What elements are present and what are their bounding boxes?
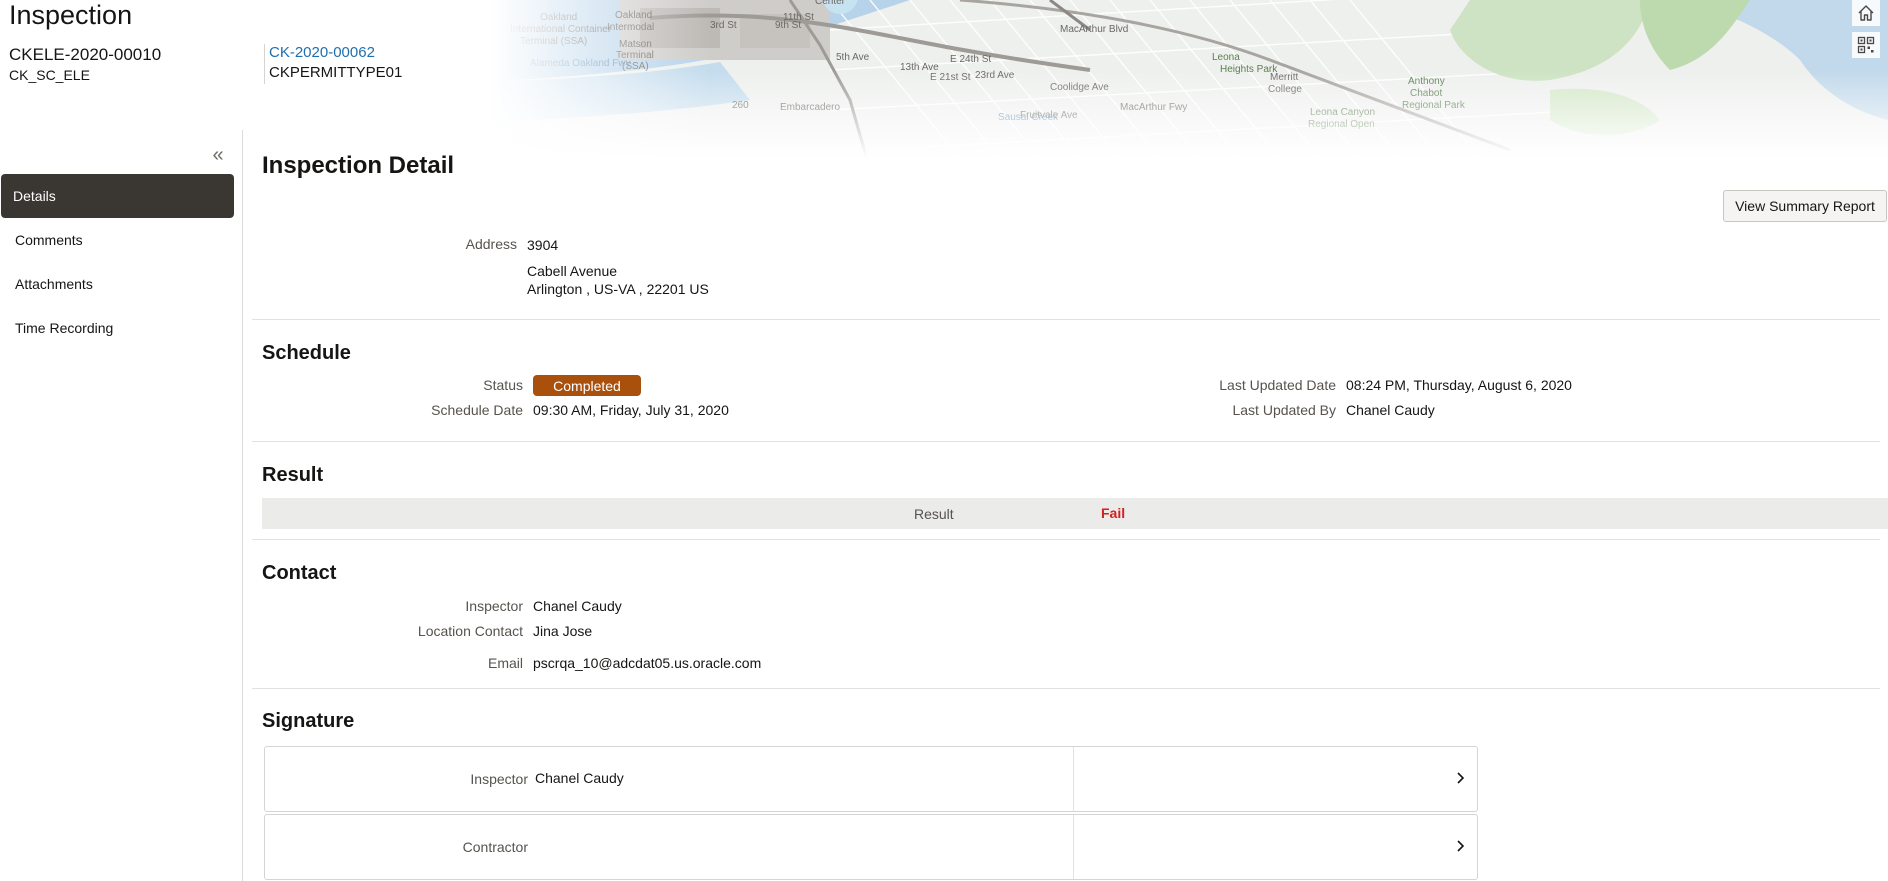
qr-code-button[interactable] xyxy=(1852,32,1880,58)
svg-text:MacArthur Blvd: MacArthur Blvd xyxy=(1060,24,1128,35)
nav-item-details[interactable]: Details xyxy=(1,174,234,218)
address-line-3: Arlington , US-VA , 22201 US xyxy=(527,281,709,297)
section-divider xyxy=(252,441,1880,442)
chevron-right-icon xyxy=(1453,836,1469,856)
schedule-title: Schedule xyxy=(262,342,351,364)
parent-record-type: CKPERMITTYPE01 xyxy=(269,64,403,81)
location-contact-value: Jina Jose xyxy=(533,623,593,639)
record-id: CKELE-2020-00010 xyxy=(9,45,162,64)
email-value: pscrqa_10@adcdat05.us.oracle.com xyxy=(533,655,762,671)
contact-title: Contact xyxy=(262,562,337,584)
signature-card-divider xyxy=(1073,815,1074,879)
signature-title: Signature xyxy=(262,710,355,732)
schedule-date-value: 09:30 AM, Friday, July 31, 2020 xyxy=(533,402,729,418)
nav-item-attachments[interactable]: Attachments xyxy=(1,262,234,306)
header-divider xyxy=(264,44,265,84)
signature-role-label: Inspector xyxy=(470,771,528,787)
svg-text:3rd St: 3rd St xyxy=(710,20,737,31)
main-content: Inspection Detail View Summary Report Ad… xyxy=(244,130,1888,881)
address-label: Address xyxy=(465,236,517,252)
nav-item-time-recording[interactable]: Time Recording xyxy=(1,306,234,350)
last-updated-by-value: Chanel Caudy xyxy=(1346,402,1435,418)
double-chevron-left-icon: « xyxy=(212,143,224,166)
svg-text:Center: Center xyxy=(815,0,846,7)
section-divider xyxy=(252,539,1880,540)
svg-text:5th Ave: 5th Ave xyxy=(836,52,870,63)
last-updated-date-value: 08:24 PM, Thursday, August 6, 2020 xyxy=(1346,377,1572,393)
home-icon xyxy=(1858,5,1874,21)
inspector-label: Inspector xyxy=(465,598,523,614)
svg-text:E 24th St: E 24th St xyxy=(950,54,991,65)
signature-card-divider xyxy=(1073,747,1074,811)
schedule-date-label: Schedule Date xyxy=(431,402,523,418)
svg-text:Leona: Leona xyxy=(1212,52,1240,63)
nav-item-comments[interactable]: Comments xyxy=(1,218,234,262)
qr-code-icon xyxy=(1857,36,1875,54)
nav-item-label: Details xyxy=(13,188,56,204)
record-type: CK_SC_ELE xyxy=(9,67,90,83)
address-line-2: Cabell Avenue xyxy=(527,263,618,279)
section-divider xyxy=(252,319,1880,320)
inspector-value: Chanel Caudy xyxy=(533,598,622,614)
signature-card-inspector[interactable]: Inspector Chanel Caudy xyxy=(264,746,1478,812)
signature-signer-name: Chanel Caudy xyxy=(535,770,624,786)
section-divider xyxy=(252,688,1880,689)
nav-item-label: Comments xyxy=(15,232,83,248)
left-navigation: « Details Comments Attachments Time Reco… xyxy=(0,130,243,881)
last-updated-date-label: Last Updated Date xyxy=(1219,377,1336,393)
signature-card-contractor[interactable]: Contractor xyxy=(264,814,1478,880)
email-label: Email xyxy=(487,655,523,671)
view-summary-report-button[interactable]: View Summary Report xyxy=(1723,190,1887,222)
result-value: Fail xyxy=(1101,505,1126,521)
page-title: Inspection xyxy=(9,0,133,30)
result-row: Result Fail xyxy=(262,498,1888,529)
nav-item-label: Attachments xyxy=(15,276,93,292)
address-line-1: 3904 xyxy=(527,237,559,253)
status-label: Status xyxy=(483,377,523,393)
status-badge: Completed xyxy=(533,375,641,396)
last-updated-by-label: Last Updated By xyxy=(1232,402,1336,418)
inspection-detail-title: Inspection Detail xyxy=(262,152,455,179)
signature-role-label: Contractor xyxy=(462,839,528,855)
chevron-right-icon xyxy=(1453,768,1469,788)
location-contact-label: Location Contact xyxy=(417,623,523,639)
nav-item-label: Time Recording xyxy=(15,320,114,336)
result-label: Result xyxy=(914,506,954,522)
parent-record-link[interactable]: CK-2020-00062 xyxy=(269,44,375,61)
svg-text:11th St: 11th St xyxy=(783,12,814,23)
collapse-nav-button[interactable]: « xyxy=(204,144,232,166)
home-button[interactable] xyxy=(1852,0,1880,26)
result-title: Result xyxy=(262,464,324,486)
